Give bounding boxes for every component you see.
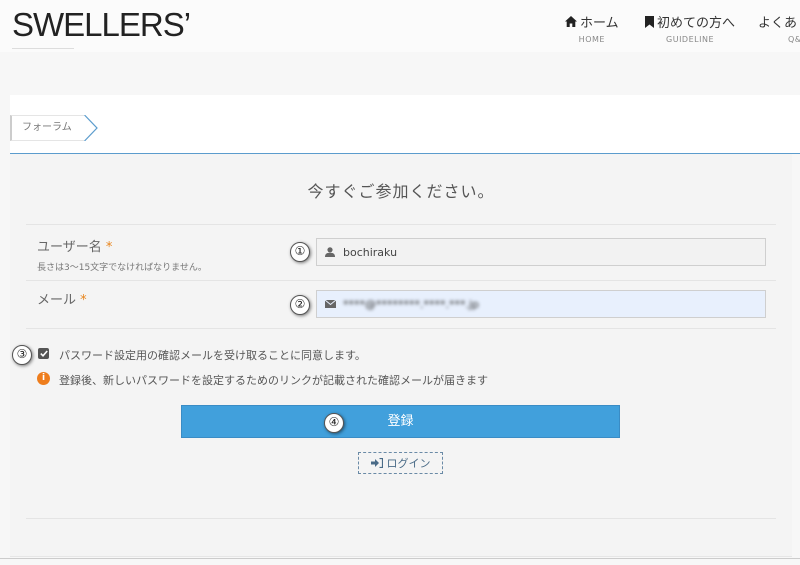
nav-home-sub: HOME (578, 35, 605, 44)
bookmark-icon (645, 15, 654, 28)
email-value: ****@********.****.***.jp (343, 297, 480, 311)
user-icon (317, 247, 343, 257)
email-input[interactable]: ****@********.****.***.jp (316, 290, 766, 318)
divider (26, 224, 776, 225)
breadcrumb-item-forum[interactable]: フォーラム (10, 115, 84, 141)
nav-guideline[interactable]: 初めての方へ GUIDELINE (645, 12, 735, 44)
nav-home-label: ホーム (580, 16, 619, 31)
checkmark-icon (39, 350, 48, 357)
info-icon: i (37, 372, 50, 385)
username-value: bochiraku (343, 245, 398, 259)
annotation-3: ③ (12, 345, 32, 365)
email-label-text: メール (37, 293, 77, 308)
consent-checkbox[interactable] (38, 348, 49, 359)
home-icon (565, 16, 577, 27)
nav-guideline-sub: GUIDELINE (666, 35, 714, 44)
login-link[interactable]: ログイン (358, 452, 443, 474)
form-title: 今すぐご参加ください。 (307, 182, 495, 201)
logo-underline (12, 48, 74, 49)
envelope-icon (317, 300, 343, 308)
nav-faq[interactable]: よくあ Q& (758, 12, 800, 44)
site-logo[interactable]: SWELLERS’ (12, 6, 191, 44)
footer-divider (0, 558, 800, 559)
consent-label[interactable]: パスワード設定用の確認メールを受け取ることに同意します。 (59, 347, 366, 363)
login-label: ログイン (386, 457, 431, 470)
breadcrumb-area: フォーラム (10, 95, 800, 154)
nav-faq-label: よくあ (758, 16, 798, 31)
divider (26, 328, 776, 329)
required-mark: * (105, 240, 113, 255)
username-input[interactable]: bochiraku (316, 238, 766, 266)
site-header: SWELLERS’ ホーム HOME 初めての方へ GUIDELINE よくあ … (0, 0, 800, 52)
required-mark: * (80, 293, 87, 308)
divider (26, 518, 776, 519)
annotation-1: ① (290, 242, 310, 262)
annotation-2: ② (290, 295, 310, 315)
register-button[interactable]: 登録 (181, 405, 620, 438)
username-label: ユーザー名 * (37, 236, 112, 255)
divider (26, 280, 776, 281)
sign-in-icon (370, 458, 383, 468)
registration-form: 今すぐご参加ください。 ユーザー名 * 長さは3〜15文字でなければなりません。… (10, 154, 792, 557)
email-label: メール * (37, 289, 87, 308)
info-text: 登録後、新しいパスワードを設定するためのリンクが記載された確認メールが届きます (59, 374, 488, 387)
username-hint: 長さは3〜15文字でなければなりません。 (37, 263, 207, 273)
nav-home[interactable]: ホーム HOME (565, 12, 619, 44)
username-label-text: ユーザー名 (37, 240, 102, 255)
annotation-4: ④ (324, 413, 344, 433)
nav-guideline-label: 初めての方へ (657, 16, 736, 31)
breadcrumb: フォーラム (10, 115, 98, 141)
breadcrumb-chevron-icon (83, 115, 98, 141)
nav-faq-sub: Q& (788, 35, 800, 44)
